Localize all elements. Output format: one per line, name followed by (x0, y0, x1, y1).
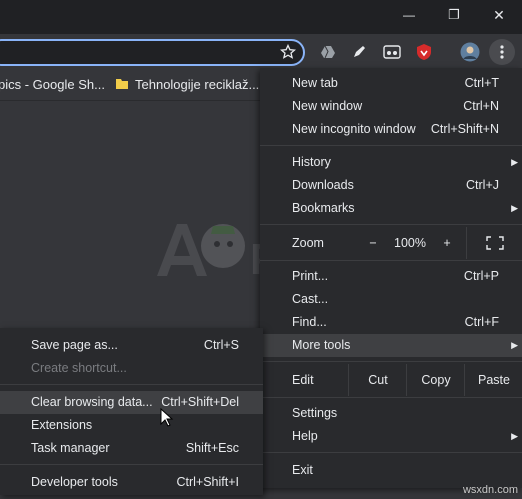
corner-watermark: wsxdn.com (462, 484, 518, 496)
menu-item-cast[interactable]: Cast... (260, 288, 522, 311)
chrome-main-menu: New tab Ctrl+T New window Ctrl+N New inc… (260, 68, 522, 488)
menu-item-print[interactable]: Print... Ctrl+P (260, 265, 522, 288)
reader-extension-icon[interactable] (380, 40, 404, 64)
menu-item-downloads[interactable]: Downloads Ctrl+J (260, 174, 522, 197)
close-icon: ✕ (493, 6, 505, 23)
chevron-right-icon: ▶ (511, 340, 518, 350)
menu-separator (0, 464, 263, 465)
menu-separator (260, 145, 522, 146)
folder-icon (116, 79, 128, 89)
zoom-level: 100% (394, 236, 426, 250)
menu-separator (260, 224, 522, 225)
fullscreen-icon (486, 236, 504, 250)
submenu-item-developer-tools[interactable]: Developer tools Ctrl+Shift+I (0, 471, 263, 494)
fullscreen-button[interactable] (466, 227, 522, 259)
menu-item-new-tab[interactable]: New tab Ctrl+T (260, 72, 522, 95)
menu-item-new-window[interactable]: New window Ctrl+N (260, 95, 522, 118)
chevron-right-icon: ▶ (511, 203, 518, 213)
title-bar: — ❐ ✕ (0, 0, 522, 34)
close-window-button[interactable]: ✕ (476, 0, 522, 30)
minimize-icon: — (403, 8, 415, 22)
more-vert-icon (500, 45, 504, 59)
submenu-item-clear-browsing-data[interactable]: Clear browsing data... Ctrl+Shift+Del (0, 391, 263, 414)
menu-item-bookmarks[interactable]: Bookmarks ▶ (260, 197, 522, 220)
menu-item-find[interactable]: Find... Ctrl+F (260, 311, 522, 334)
mouse-cursor-icon (160, 408, 174, 427)
zoom-out-button[interactable]: − (356, 227, 390, 259)
restore-icon: ❐ (448, 7, 460, 22)
menu-item-exit[interactable]: Exit (260, 459, 522, 482)
shield-extension-icon[interactable] (412, 40, 436, 64)
menu-item-help[interactable]: Help ▶ (260, 425, 522, 448)
chevron-right-icon: ▶ (511, 431, 518, 441)
bookmark-item[interactable]: pics - Google Sh... (0, 77, 105, 92)
pen-extension-icon[interactable] (347, 40, 371, 64)
bookmark-folder[interactable]: Tehnologije reciklaž... (115, 77, 259, 92)
submenu-item-save-page[interactable]: Save page as... Ctrl+S (0, 334, 263, 357)
drive-extension-icon[interactable] (316, 40, 340, 64)
menu-separator (260, 260, 522, 261)
minimize-button[interactable]: — (386, 0, 432, 30)
profile-avatar[interactable] (458, 40, 482, 64)
menu-separator (260, 361, 522, 362)
cut-button[interactable]: Cut (348, 364, 407, 396)
menu-button[interactable] (489, 39, 515, 65)
submenu-item-create-shortcut: Create shortcut... (31, 361, 127, 375)
zoom-in-button[interactable]: + (430, 227, 464, 259)
chevron-right-icon: ▶ (511, 157, 518, 167)
menu-item-more-tools[interactable]: More tools ▶ (260, 334, 522, 357)
submenu-item-extensions[interactable]: Extensions (0, 414, 263, 437)
address-bar[interactable] (0, 39, 305, 66)
menu-separator (260, 397, 522, 398)
menu-separator (260, 452, 522, 453)
restore-button[interactable]: ❐ (431, 0, 477, 30)
menu-separator (0, 384, 263, 385)
menu-item-history[interactable]: History ▶ (260, 151, 522, 174)
copy-button[interactable]: Copy (406, 364, 465, 396)
menu-item-settings[interactable]: Settings (260, 402, 522, 425)
paste-button[interactable]: Paste (464, 364, 522, 396)
bookmark-star-icon[interactable] (276, 40, 300, 64)
menu-item-new-incognito-window[interactable]: New incognito window Ctrl+Shift+N (260, 118, 522, 141)
more-tools-submenu: Save page as... Ctrl+S Create shortcut..… (0, 328, 263, 495)
submenu-item-task-manager[interactable]: Task manager Shift+Esc (0, 437, 263, 460)
